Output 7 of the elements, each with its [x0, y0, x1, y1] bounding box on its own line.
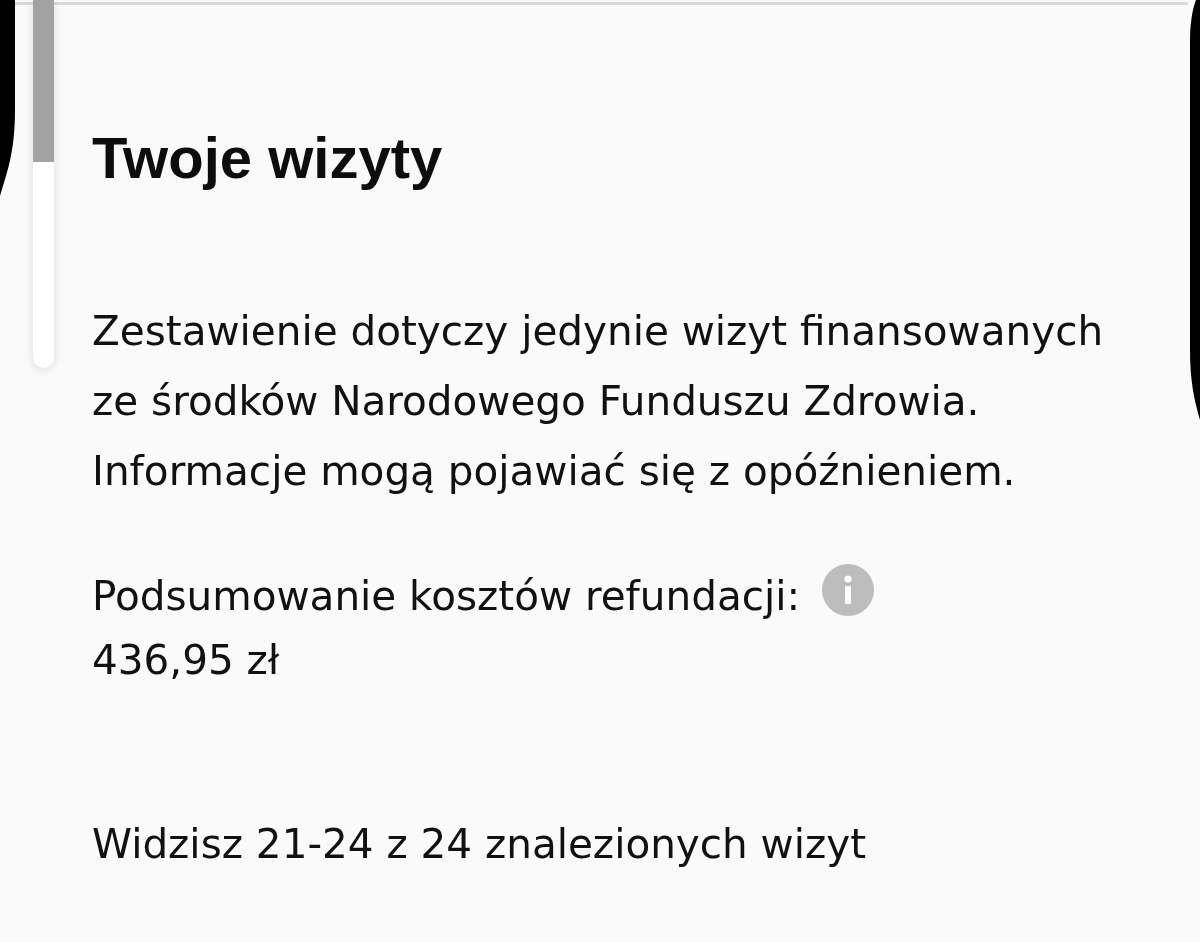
- refund-summary-value: 436,95 zł: [92, 635, 280, 686]
- info-icon[interactable]: [822, 564, 875, 616]
- description-text: Zestawienie dotyczy jedynie wizyt finansowanych ze środków Narodowego Funduszu Zdrowia. Informacje mogą pojawiać się z opóźnieniem.: [92, 306, 1105, 497]
- refund-summary-label: Podsumowanie kosztów refundacji:: [92, 571, 801, 622]
- scrollbar-thumb[interactable]: [33, 0, 54, 162]
- results-count: Widzisz 21-24 z 24 znalezionych wizyt: [92, 819, 867, 870]
- scrollbar-track[interactable]: [33, 0, 54, 368]
